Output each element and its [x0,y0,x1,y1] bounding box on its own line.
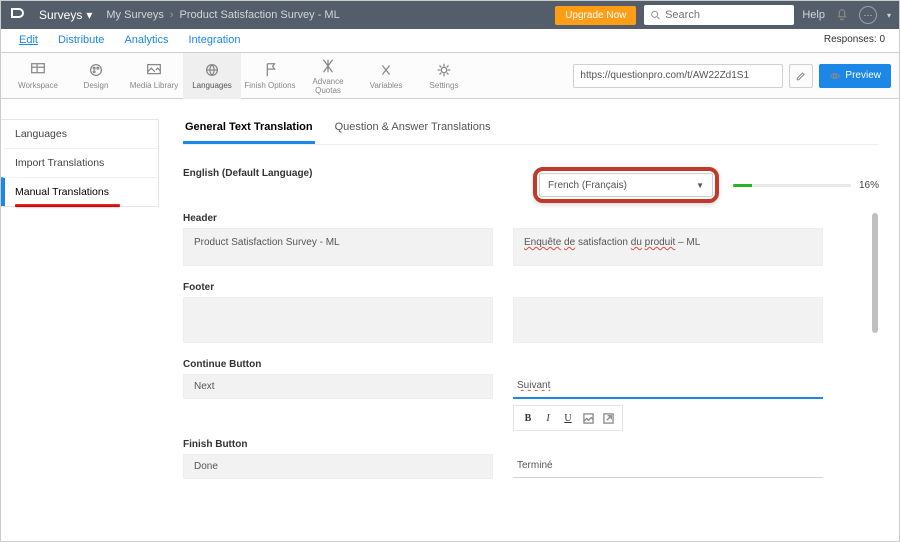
surveys-dropdown[interactable]: Surveys ▾ [39,8,92,22]
translations-scroll: Header Product Satisfaction Survey - ML … [183,213,879,483]
finish-icon [261,61,279,79]
inner-tabs: General Text Translation Question & Answ… [183,115,879,145]
chevron-down-icon: ▼ [696,181,704,190]
help-link[interactable]: Help [802,9,825,21]
tool-settings[interactable]: Settings [415,53,473,99]
tab-analytics[interactable]: Analytics [114,29,178,52]
continue-dst[interactable] [513,374,823,399]
section-continue-label: Continue Button [183,359,879,370]
rte-image[interactable] [580,410,596,426]
tool-media-library[interactable]: Media Library [125,53,183,99]
link-icon [603,413,614,424]
section-finish-label: Finish Button [183,439,879,450]
sidebar-item-manual[interactable]: Manual Translations [1,177,158,206]
variables-icon [377,61,395,79]
tool-languages[interactable]: Languages [183,53,241,99]
language-select[interactable]: French (Français) ▼ [539,173,713,197]
language-header-row: English (Default Language) French (Franç… [183,167,879,203]
rte-italic[interactable]: I [540,410,556,426]
tool-workspace[interactable]: Workspace [9,53,67,99]
header-src: Product Satisfaction Survey - ML [183,228,493,266]
tool-finish-options[interactable]: Finish Options [241,53,299,99]
eye-icon [829,70,841,82]
innertab-qa[interactable]: Question & Answer Translations [333,115,493,144]
footer-dst[interactable] [513,297,823,343]
design-icon [87,61,105,79]
tab-edit[interactable]: Edit [9,29,48,52]
language-select-highlight: French (Français) ▼ [533,167,719,203]
main-panel: General Text Translation Question & Answ… [159,101,899,541]
workspace-icon [29,61,47,79]
rte-underline[interactable]: U [560,410,576,426]
quotas-icon [319,57,337,75]
rte-bold[interactable]: B [520,410,536,426]
section-footer-label: Footer [183,282,879,293]
translation-progress [733,184,851,187]
upgrade-now-button[interactable]: Upgrade Now [555,6,636,25]
response-count: Responses: 0 [824,29,891,52]
header-dst[interactable]: Enquête de satisfaction du produit – ML [513,228,823,266]
tool-advance-quotas[interactable]: Advance Quotas [299,53,357,99]
avatar[interactable]: ⋯ [859,6,877,24]
bell-icon[interactable] [835,8,849,22]
chevron-down-icon: ▾ [887,11,891,20]
edit-url-button[interactable] [789,64,813,88]
search-input[interactable] [665,9,788,21]
search-box[interactable] [644,5,794,25]
innertab-general[interactable]: General Text Translation [183,115,315,144]
languages-icon [203,61,221,79]
finish-src: Done [183,454,493,479]
finish-dst[interactable] [513,454,823,478]
tool-variables[interactable]: Variables [357,53,415,99]
default-language-label: English (Default Language) [183,168,312,179]
footer-src [183,297,493,343]
top-bar: Surveys ▾ My Surveys › Product Satisfact… [1,1,899,29]
breadcrumb: My Surveys › Product Satisfaction Survey… [106,9,339,21]
sidebar-item-import[interactable]: Import Translations [1,148,158,177]
share-url[interactable] [573,64,783,88]
search-icon [650,9,661,21]
breadcrumb-survey-title: Product Satisfaction Survey - ML [180,9,340,21]
tab-distribute[interactable]: Distribute [48,29,114,52]
rte-link[interactable] [600,410,616,426]
continue-src: Next [183,374,493,399]
brand-logo [9,4,31,26]
breadcrumb-mysurveys[interactable]: My Surveys [106,9,163,21]
body: Languages Import Translations Manual Tra… [1,99,899,541]
scrollbar[interactable] [872,213,879,483]
pencil-icon [795,70,807,82]
tab-integration[interactable]: Integration [178,29,250,52]
sidebar-item-languages[interactable]: Languages [1,120,158,148]
preview-button[interactable]: Preview [819,64,891,88]
media-icon [145,61,163,79]
rte-toolbar: B I U [513,405,623,431]
image-icon [583,413,594,424]
section-header-label: Header [183,213,879,224]
toolbar: Workspace Design Media Library Languages… [1,53,899,99]
progress-percentage: 16% [859,180,879,191]
sidebar: Languages Import Translations Manual Tra… [1,101,159,541]
chevron-down-icon: ▾ [86,8,92,22]
settings-icon [435,61,453,79]
primary-tabs: Edit Distribute Analytics Integration Re… [1,29,899,53]
tool-design[interactable]: Design [67,53,125,99]
chevron-right-icon: › [170,9,174,21]
